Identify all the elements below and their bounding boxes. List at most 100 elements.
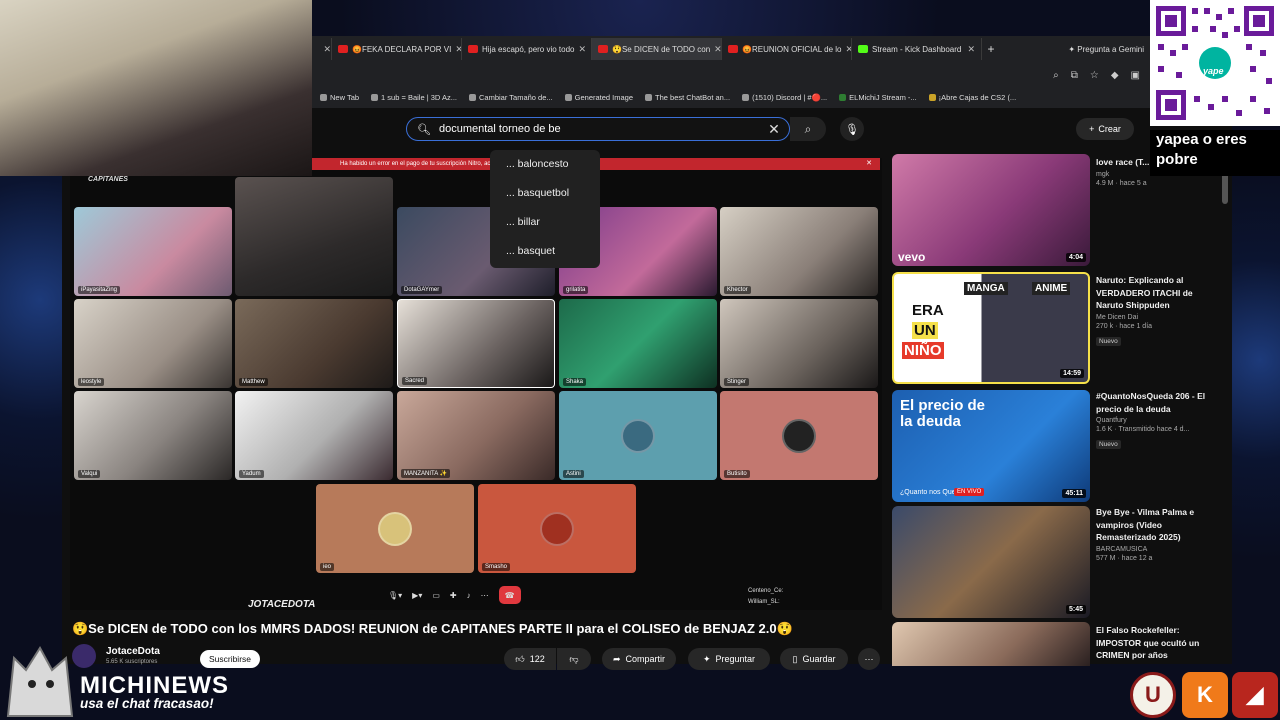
youtube-icon (728, 45, 738, 53)
close-icon[interactable]: ✕ (866, 158, 872, 170)
universitario-icon: U (1130, 672, 1176, 718)
camera-icon[interactable]: ▶▾ (412, 591, 422, 600)
rec-title: Naruto: Explicando al VERDADERO ITACHI d… (1096, 275, 1193, 310)
tab-3[interactable]: 😲Se DICEN de TODO con ✕ (592, 38, 722, 60)
yape-logo-text: yape (1203, 66, 1224, 76)
bookmark-label: New Tab (330, 92, 360, 102)
suggestion-item[interactable]: ... baloncesto (490, 156, 600, 185)
participant-name: MANZANITA ✨ (401, 469, 451, 478)
stream-overlay: ✕ 😡FEKA DECLARA POR VI✕ Hija escapó, per… (0, 0, 1280, 720)
close-icon[interactable]: ✕ (455, 44, 461, 55)
save-button[interactable]: ▯ Guardar (780, 648, 848, 670)
tab-4[interactable]: 😡REUNION OFICIAL de lo✕ (722, 38, 852, 60)
video-meta[interactable]: #QuantoNosQueda 206 - El precio de la de… (1096, 390, 1214, 451)
video-meta[interactable]: Naruto: Explicando al VERDADERO ITACHI d… (1096, 274, 1214, 348)
thumb-text: ERA (912, 302, 944, 319)
bookmark[interactable]: Cambiar Tamaño de... (469, 93, 553, 102)
clear-search-icon[interactable]: ✕ (759, 121, 789, 138)
bookmark[interactable]: 1 sub = Baile | 3D Az... (371, 93, 457, 102)
bookmark[interactable]: The best ChatBot an... (645, 93, 730, 102)
rec-title: Bye Bye - Vilma Palma e vampiros (Video … (1096, 507, 1195, 542)
thumbnail[interactable]: vevo 4:04 (892, 154, 1090, 266)
more-actions-button[interactable]: ⋯ (858, 648, 880, 670)
install-icon[interactable]: ⧉ (1071, 70, 1078, 81)
participant-tile: ieo (316, 484, 474, 573)
tab-0[interactable]: ✕ (312, 38, 332, 60)
star-icon[interactable]: ☆ (1090, 70, 1099, 81)
end-call-button[interactable]: ☎ (498, 586, 521, 604)
close-icon[interactable]: ✕ (323, 44, 331, 55)
bookmark[interactable]: Generated Image (564, 93, 633, 102)
bookmark[interactable]: (1510) Discord | #🔴... (742, 93, 827, 102)
extension-icon[interactable]: ◆ (1111, 70, 1119, 81)
thumbnail[interactable]: MANGA ANIME ERA UN NIÑO 14:59 (892, 272, 1090, 384)
thumbnail[interactable] (892, 622, 1090, 666)
duration-badge: 5:45 (1065, 605, 1086, 614)
search-button[interactable]: ⌕ (790, 117, 826, 141)
participant-name: Astini (563, 470, 584, 478)
activities-icon[interactable]: ✚ (450, 591, 457, 600)
mini-chat: Centeno_Ce: William_SL: (748, 586, 783, 608)
participant-name: DotaGAYmer (401, 286, 443, 294)
create-button[interactable]: + Crear (1076, 118, 1134, 140)
share-button[interactable]: ➦ Compartir (602, 648, 676, 670)
close-icon[interactable]: ✕ (967, 44, 975, 55)
soundboard-icon[interactable]: ♪ (467, 591, 471, 600)
more-icon[interactable]: ⋯ (481, 591, 489, 600)
tab-2[interactable]: Hija escapó, pero vio todo ✕ (462, 38, 592, 60)
new-tab-button[interactable]: + (982, 42, 1000, 56)
plus-icon: + (1089, 124, 1095, 134)
thumbnail[interactable]: El precio de la deuda ¿Quanto nos Queda?… (892, 390, 1090, 502)
suggestion-item[interactable]: ... basquet (490, 243, 600, 272)
tab-label: 😡FEKA DECLARA POR VI (352, 44, 452, 54)
video-meta[interactable]: El Falso Rockefeller: IMPOSTOR que ocult… (1096, 624, 1214, 662)
thumb-text: UN (912, 322, 938, 339)
search-value: documental torneo de be (438, 123, 561, 135)
thumbnail[interactable]: 5:45 (892, 506, 1090, 618)
bookmark[interactable]: New Tab (320, 93, 359, 102)
bookmark-label: ELMichiJ Stream -... (849, 92, 917, 102)
search-icon: 🔍︎ (417, 123, 431, 136)
rec-stats: 270 k · hace 1 día (1096, 322, 1153, 330)
duration-badge: 14:59 (1060, 369, 1084, 378)
dota-icon: ◢ (1232, 672, 1278, 718)
thumb-text: MANGA (964, 282, 1008, 295)
rec-channel: Me Dicen Dai (1096, 313, 1139, 321)
duration-badge: 4:04 (1065, 253, 1086, 262)
bookmark-icon: ▯ (792, 653, 798, 664)
thumb-text: NIÑO (902, 342, 944, 359)
thumb-text: El precio de la deuda (900, 397, 986, 430)
participant-name: Valqui (78, 470, 101, 478)
participant-tile: Matthew (235, 299, 393, 388)
participant-name: leostyle (78, 378, 105, 386)
puzzle-icon[interactable]: ▣ (1131, 70, 1140, 81)
participant-tile: Valqui (74, 391, 232, 480)
video-meta[interactable]: Bye Bye - Vilma Palma e vampiros (Video … (1096, 506, 1214, 562)
ask-button[interactable]: ✦ Preguntar (688, 648, 770, 670)
suggestion-item[interactable]: ... billar (490, 214, 600, 243)
voice-search-button[interactable]: 🎙︎ (840, 117, 864, 141)
mic-icon[interactable]: 🎙︎▾ (388, 591, 402, 600)
like-button[interactable]: 👍︎ 122 (504, 648, 556, 670)
screen-share-icon[interactable]: ▭ (432, 591, 440, 600)
bookmark[interactable]: ¡Abre Cajas de CS2 (... (928, 93, 1016, 102)
address-bar-icons: ⌕ ⧉ ☆ ◆ ▣ (312, 63, 1150, 87)
qr-pattern (1156, 6, 1274, 120)
tab-5[interactable]: Stream - Kick Dashboard ✕ (852, 38, 982, 60)
close-icon[interactable]: ✕ (579, 44, 587, 55)
youtube-icon (468, 45, 478, 53)
search-input[interactable]: 🔍︎ documental torneo de be ✕ (406, 117, 790, 141)
gemini-button[interactable]: ✦ Pregunta a Gemini (1068, 45, 1144, 54)
search-icon: ⌕ (804, 121, 812, 136)
zoom-icon[interactable]: ⌕ (1053, 70, 1059, 81)
tab-label: Hija escapó, pero vio todo (482, 44, 575, 54)
rec-channel: Quantfury (1096, 417, 1127, 424)
close-icon[interactable]: ✕ (714, 44, 721, 55)
rec-channel: BARCAMUSICA (1096, 545, 1148, 553)
participant-tile: Astini (559, 391, 717, 480)
bookmark[interactable]: ELMichiJ Stream -... (839, 93, 917, 102)
kick-icon: K (1182, 672, 1228, 718)
tab-1[interactable]: 😡FEKA DECLARA POR VI✕ (332, 38, 462, 60)
dislike-button[interactable]: 👎︎ (557, 648, 591, 670)
suggestion-item[interactable]: ... basquetbol (490, 185, 600, 214)
